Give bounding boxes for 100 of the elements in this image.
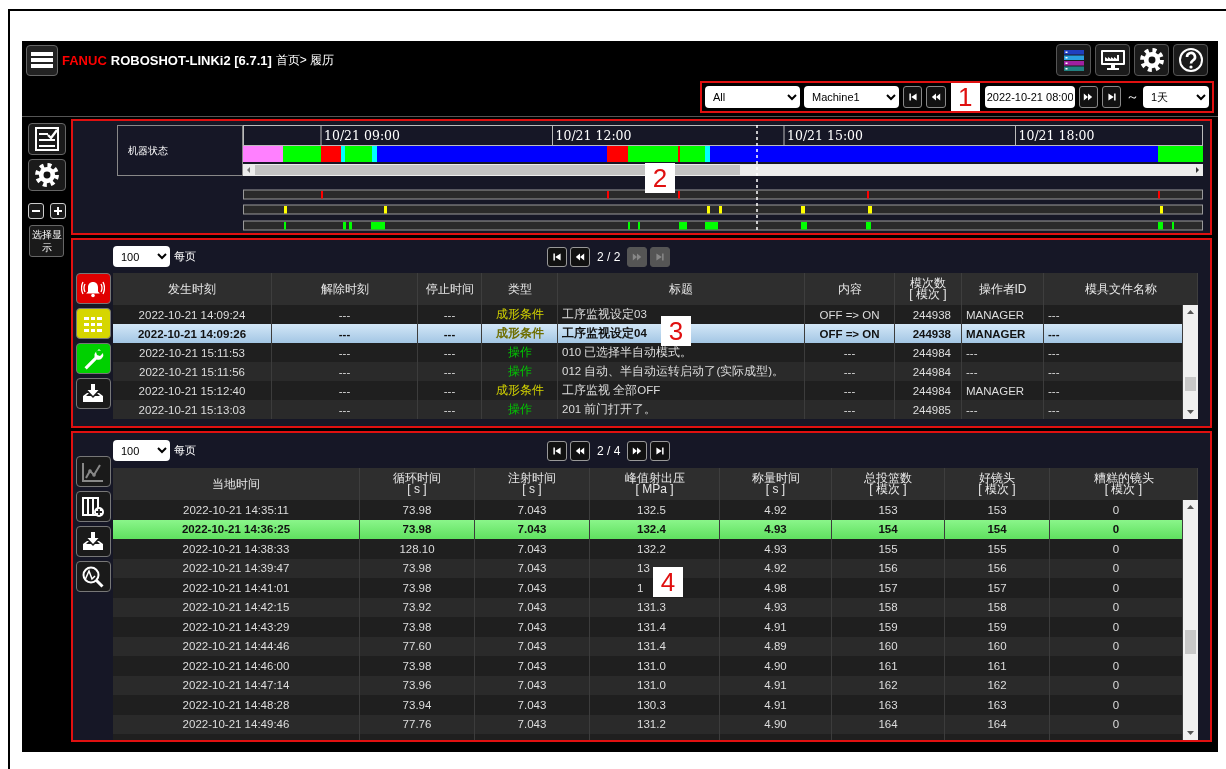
table-row[interactable]: 2022-10-21 15:12:40 --- --- 成形条件 工序监视 全部OFF --- 244984 MANAGER --- xyxy=(113,381,1183,400)
table-row[interactable]: 2022-10-21 14:36:25 73.98 7.043 132.4 4.93 154 154 0 xyxy=(113,519,1183,539)
table-cell: 73.98 xyxy=(360,500,475,520)
table-cell: 159 xyxy=(945,617,1050,637)
per-page-select[interactable]: 100 xyxy=(113,440,170,461)
table-cell: 201 前门打开了。 xyxy=(558,400,805,419)
table-row[interactable]: 2022-10-21 14:42:15 73.92 7.043 131.3 4.93 158 158 0 xyxy=(113,597,1183,617)
table-cell: 161 xyxy=(945,656,1050,676)
per-page-label: 每页 xyxy=(174,443,196,458)
last-page-button[interactable] xyxy=(650,440,671,461)
table-cell: 244985 xyxy=(895,400,962,419)
start-time-field[interactable]: 2022-10-21 08:00 xyxy=(984,86,1075,108)
table-cell: 132.5 xyxy=(590,500,720,520)
table-cell: 157 xyxy=(945,578,1050,598)
zoom-in-button[interactable] xyxy=(49,203,66,219)
range-separator: ～ xyxy=(1125,88,1139,106)
table-cell: 73.98 xyxy=(360,578,475,598)
table-row[interactable]: 2022-10-21 14:46:00 73.98 7.043 131.0 4.90 161 161 0 xyxy=(113,656,1183,676)
first-page-button[interactable] xyxy=(547,246,567,267)
product-name: ROBOSHOT-LINKi2 [6.7.1] xyxy=(110,52,272,68)
table-row[interactable]: 2022-10-21 14:43:29 73.98 7.043 131.4 4.91 159 159 0 xyxy=(113,617,1183,637)
table-row[interactable]: 2022-10-21 15:11:53 --- --- 操作 010 已选择半自动模式。 --- 244984 --- --- xyxy=(113,343,1183,362)
add-column-icon xyxy=(81,494,105,519)
table-cell: 4.90 xyxy=(720,656,832,676)
table-cell: 73.98 xyxy=(360,656,475,676)
first-page-icon xyxy=(551,444,563,457)
next-page-button[interactable] xyxy=(627,440,648,461)
zoom-out-button[interactable] xyxy=(27,203,44,219)
table-cell: 2022-10-21 14:35:11 xyxy=(113,500,360,520)
table-row[interactable]: 2022-10-21 14:35:11 73.98 7.043 132.5 4.92 153 153 0 xyxy=(113,500,1183,520)
settings-icon xyxy=(33,162,60,188)
list-view-button[interactable] xyxy=(1056,44,1091,76)
plus-icon xyxy=(52,206,63,216)
table-row[interactable]: 2022-10-21 14:38:33 128.10 7.043 132.2 4.93 155 155 0 xyxy=(113,539,1183,559)
machine-select[interactable]: Machine1 xyxy=(803,86,899,108)
download-button[interactable] xyxy=(75,378,111,409)
table-row[interactable]: 2022-10-21 14:47:14 73.96 7.043 131.0 4.91 162 162 0 xyxy=(113,675,1183,695)
help-icon xyxy=(1177,47,1204,73)
scrollbar[interactable] xyxy=(1183,305,1198,419)
category-select[interactable]: All xyxy=(705,86,800,108)
table-row[interactable]: 2022-10-21 14:48:28 73.94 7.043 130.3 4.91 163 163 0 xyxy=(113,695,1183,715)
monitor-button[interactable] xyxy=(1095,44,1130,76)
span-select[interactable]: 1天 xyxy=(1143,86,1209,108)
breadcrumb: 首页> 履历 xyxy=(275,51,335,69)
table-row[interactable]: 2022-10-21 15:11:56 --- --- 操作 012 自动、半自动运转启动了(实际成型)。 --- 244984 --- --- xyxy=(113,362,1183,381)
table-row[interactable]: 2022-10-21 15:13:03 --- --- 操作 201 前门打开了。 --- 244985 --- --- xyxy=(113,400,1183,419)
previous-page-icon xyxy=(930,91,942,103)
per-page-select[interactable]: 100 xyxy=(113,246,170,267)
operation-filter-button[interactable] xyxy=(75,343,111,374)
edit-list-button[interactable] xyxy=(27,123,66,155)
table-cell: 153 xyxy=(945,500,1050,520)
condition-filter-button[interactable] xyxy=(75,308,111,339)
table-cell: --- xyxy=(805,400,895,419)
table-cell: 7.043 xyxy=(475,617,590,637)
download-button[interactable] xyxy=(75,526,111,557)
table-cell: 153 xyxy=(832,500,945,520)
last-page-icon xyxy=(654,250,667,263)
last-page-button[interactable] xyxy=(1102,86,1122,108)
table-cell: --- xyxy=(272,400,418,419)
first-page-button[interactable] xyxy=(547,440,567,461)
annotation-label: 3 xyxy=(661,316,691,346)
table-cell: 2022-10-21 14:46:00 xyxy=(113,656,360,676)
columns-button[interactable] xyxy=(75,491,111,522)
table-cell: 4.92 xyxy=(720,500,832,520)
table-cell: 161 xyxy=(832,656,945,676)
table-cell: 操作 xyxy=(482,400,558,419)
table-cell: --- xyxy=(418,400,482,419)
time-tick-label: 10/21 15:00 xyxy=(787,128,864,143)
row-label: 机器状态 xyxy=(117,125,243,176)
scrollbar[interactable] xyxy=(1183,500,1198,740)
monitor-icon xyxy=(1099,48,1126,72)
time-tick-label: 10/21 12:00 xyxy=(555,128,632,143)
next-page-button[interactable] xyxy=(1078,86,1099,108)
previous-page-button[interactable] xyxy=(570,440,590,461)
table-row[interactable]: 2022-10-21 14:49:46 77.76 7.043 131.2 4.90 164 164 0 xyxy=(113,714,1183,734)
table-cell: 131.0 xyxy=(590,656,720,676)
brand-name: FANUC xyxy=(62,52,107,68)
settings-button[interactable] xyxy=(27,159,66,191)
help-button[interactable] xyxy=(1173,44,1208,76)
display-select-button[interactable]: 选择显示 xyxy=(29,225,64,257)
table-cell: 2022-10-21 14:38:33 xyxy=(113,539,360,559)
settings-button[interactable] xyxy=(1134,44,1169,76)
table-cell: 2022-10-21 14:43:29 xyxy=(113,617,360,637)
table-cell: 163 xyxy=(832,695,945,715)
time-tick-label: 10/21 18:00 xyxy=(1018,128,1095,143)
checklist-icon xyxy=(33,126,60,152)
table-row[interactable]: 2022-10-21 14:44:46 77.60 7.043 131.4 4.89 160 160 0 xyxy=(113,636,1183,656)
previous-page-button[interactable] xyxy=(570,246,590,267)
previous-page-button[interactable] xyxy=(926,86,946,108)
alarm-filter-button[interactable] xyxy=(75,273,111,304)
table-cell: --- xyxy=(962,400,1044,419)
table-cell: 4.93 xyxy=(720,539,832,559)
menu-button[interactable] xyxy=(26,44,58,76)
first-page-icon xyxy=(906,91,919,103)
search-curve-icon xyxy=(81,564,105,589)
first-page-button[interactable] xyxy=(902,86,923,108)
table-cell: 4.91 xyxy=(720,617,832,637)
table-cell: 7.043 xyxy=(475,695,590,715)
menu-icon xyxy=(30,50,54,70)
analyze-button[interactable] xyxy=(75,561,111,592)
